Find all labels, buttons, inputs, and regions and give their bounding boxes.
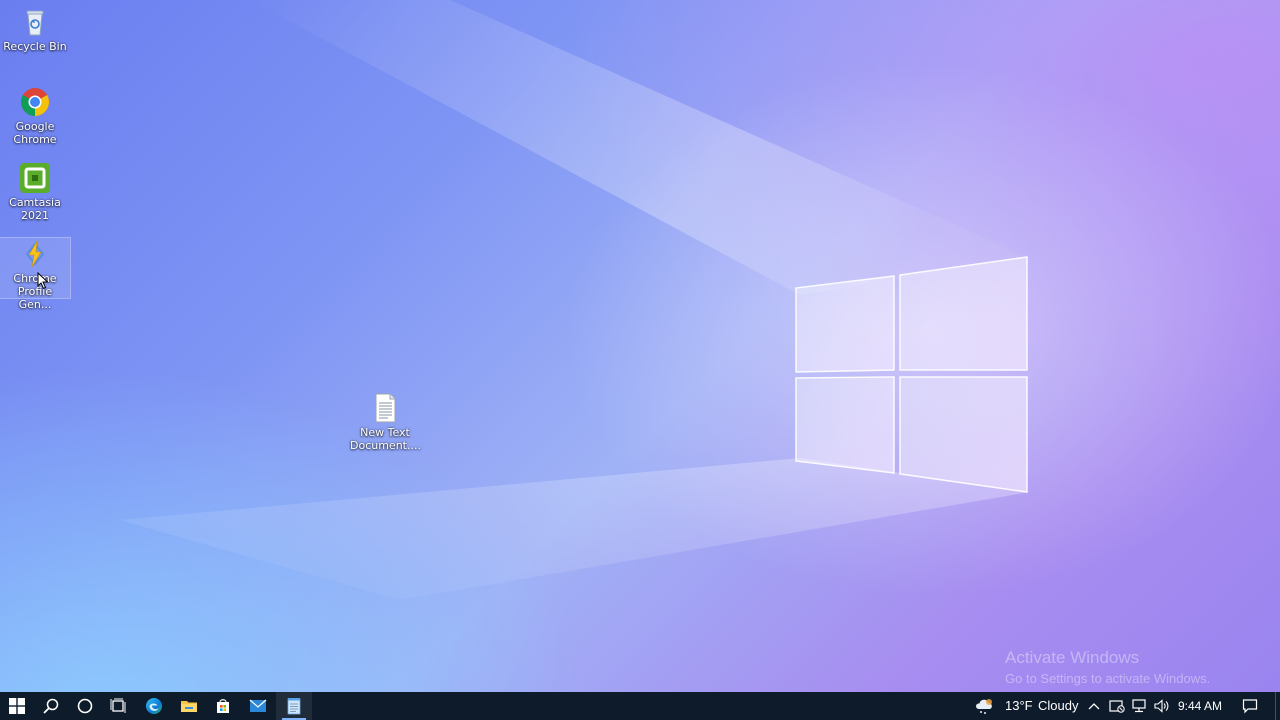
tray-network[interactable] (1129, 692, 1149, 720)
desktop-icon-new-text-document[interactable]: New Text Document.... (350, 392, 421, 452)
desktop-icon-label: Chrome Profile Gen... (13, 272, 57, 311)
windows-start-icon (9, 698, 25, 714)
taskbar-app-store[interactable] (206, 692, 240, 720)
action-center-icon (1242, 699, 1258, 714)
clock-time[interactable]: 9:44 AM (1178, 692, 1222, 720)
taskbar: 13°F Cloudy 9:44 AM (0, 692, 1280, 720)
lightning-icon (25, 240, 45, 268)
notepad-icon (287, 698, 301, 715)
volume-icon (1154, 699, 1169, 713)
weather-condition[interactable]: Cloudy (1038, 692, 1078, 720)
mail-icon (249, 699, 267, 712)
wallpaper-light-beams (120, 0, 1030, 600)
desktop-icon-label: New Text Document.... (350, 426, 421, 452)
network-icon (1132, 699, 1146, 713)
security-icon (1109, 700, 1125, 713)
chevron-up-icon (1088, 703, 1100, 710)
desktop-icon-label: Google Chrome (13, 120, 57, 146)
desktop-icon-recycle-bin[interactable]: Recycle Bin (0, 6, 70, 53)
watermark-subtitle: Go to Settings to activate Windows. (1005, 671, 1211, 686)
chrome-icon (21, 88, 49, 116)
weather-widget[interactable] (972, 692, 998, 720)
taskbar-app-file-explorer[interactable] (172, 692, 206, 720)
taskbar-app-edge[interactable] (136, 692, 172, 720)
show-hidden-icons-button[interactable] (1085, 692, 1103, 720)
desktop[interactable]: Recycle Bin Google Chrome Camtasia 2021 … (0, 0, 1280, 692)
task-view-button[interactable] (102, 692, 134, 720)
desktop-icon-camtasia[interactable]: Camtasia 2021 (0, 162, 70, 222)
taskbar-app-notepad[interactable] (276, 692, 312, 720)
tray-volume[interactable] (1151, 692, 1173, 720)
mouse-cursor-icon (37, 272, 49, 290)
desktop-icon-label: Camtasia 2021 (9, 196, 61, 222)
recycle-bin-icon (26, 10, 44, 36)
action-center-button[interactable] (1236, 692, 1264, 720)
watermark-title: Activate Windows (1005, 648, 1140, 667)
folder-icon (181, 701, 197, 712)
windows-logo-wallpaper (795, 256, 1028, 493)
cloud-snow-icon (976, 699, 992, 714)
cortana-circle-icon (77, 698, 93, 714)
tray-security[interactable] (1107, 692, 1127, 720)
camtasia-icon (20, 163, 50, 193)
desktop-icon-google-chrome[interactable]: Google Chrome (0, 86, 70, 146)
start-button[interactable] (0, 692, 34, 720)
desktop-icon-label: Recycle Bin (3, 40, 67, 53)
activate-windows-watermark: Activate Windows Go to Settings to activ… (1005, 648, 1210, 687)
search-icon (43, 698, 59, 714)
show-desktop-button[interactable] (1275, 692, 1280, 720)
search-button[interactable] (34, 692, 68, 720)
desktop-icon-chrome-profile-gen[interactable]: Chrome Profile Gen... (0, 237, 71, 311)
text-file-icon (375, 393, 396, 423)
task-view-icon (110, 698, 126, 713)
cortana-button[interactable] (68, 692, 102, 720)
store-icon (217, 699, 229, 713)
edge-icon (146, 698, 162, 714)
taskbar-app-mail[interactable] (240, 692, 276, 720)
weather-temperature[interactable]: 13°F (1005, 692, 1033, 720)
